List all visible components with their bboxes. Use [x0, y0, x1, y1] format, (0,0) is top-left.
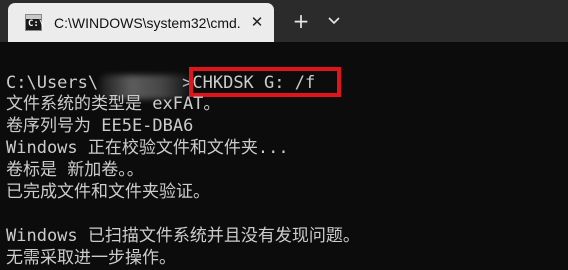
tab-title: C:\WINDOWS\system32\cmd. — [54, 15, 241, 31]
new-tab-button[interactable]: + — [290, 10, 312, 32]
output-line: Windows 正在校验文件和文件夹... — [6, 138, 289, 158]
close-tab-button[interactable]: ✕ — [248, 13, 266, 31]
output-line: Windows 已扫描文件系统并且没有发现问题。 — [6, 226, 360, 246]
title-bar: C:\ C:\WINDOWS\system32\cmd. ✕ + — [0, 0, 568, 42]
output-line: 无需采取进一步操作。 — [6, 248, 176, 268]
output-line: 卷标是 新加卷。。 — [6, 160, 144, 180]
output-line: 已完成文件和文件夹验证。 — [6, 182, 210, 202]
cmd-icon-prompt: C:\ — [28, 19, 45, 29]
terminal-window: C:\ C:\WINDOWS\system32\cmd. ✕ + C:\User… — [0, 0, 568, 270]
terminal-output[interactable]: C:\Users\>CHKDSK G: /f 文件系统的类型是 exFAT。 卷… — [0, 42, 568, 270]
prompt-path: C:\Users\ — [6, 73, 99, 93]
tab-cmd[interactable]: C:\ C:\WINDOWS\system32\cmd. ✕ — [8, 3, 274, 42]
cmd-icon: C:\ — [25, 14, 45, 31]
chevron-down-icon[interactable] — [325, 13, 343, 29]
output-line: 卷序列号为 EE5E-DBA6 — [6, 116, 194, 136]
output-line: 文件系统的类型是 exFAT。 — [6, 94, 221, 114]
